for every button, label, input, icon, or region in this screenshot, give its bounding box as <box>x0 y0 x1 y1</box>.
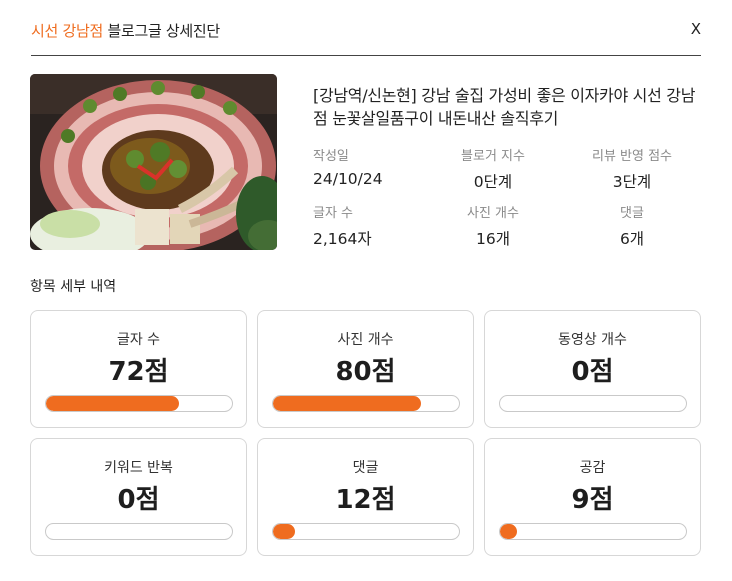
stat-label: 블로거 지수 <box>461 149 525 164</box>
close-button[interactable]: X <box>691 20 701 38</box>
progress-fill <box>500 524 517 539</box>
stat-value: 24/10/24 <box>313 170 383 188</box>
stat-date: 작성일 24/10/24 <box>313 145 383 188</box>
progress-fill <box>46 396 180 411</box>
stat-comments: 댓글 6개 <box>572 202 692 249</box>
stat-label: 글자 수 <box>313 206 354 221</box>
score-card-label: 사진 개수 <box>337 332 394 348</box>
food-photo-icon <box>30 74 277 250</box>
score-card-label: 공감 <box>579 460 606 476</box>
stat-label: 댓글 <box>620 206 644 221</box>
score-card-value: 80점 <box>335 357 396 387</box>
stat-value: 0단계 <box>473 173 513 191</box>
stat-value: 2,164자 <box>313 230 372 248</box>
progress-bar <box>499 523 687 540</box>
score-card-videos: 동영상 개수 0점 <box>484 310 701 428</box>
stat-value: 16개 <box>476 230 510 248</box>
score-card-comments: 댓글 12점 <box>257 438 474 556</box>
score-card-value: 12점 <box>335 485 396 515</box>
score-card-chars: 글자 수 72점 <box>30 310 247 428</box>
score-card-value: 0점 <box>117 485 160 515</box>
stat-char-count: 글자 수 2,164자 <box>313 202 372 249</box>
stat-photo-count: 사진 개수 16개 <box>433 202 553 249</box>
stat-blogger-index: 블로거 지수 0단계 <box>433 145 553 192</box>
post-title[interactable]: [강남역/신논현] 강남 술집 가성비 좋은 이자카야 시선 강남점 눈꽃살일품… <box>313 84 698 130</box>
stat-label: 사진 개수 <box>467 206 519 221</box>
progress-bar <box>499 395 687 412</box>
post-thumbnail[interactable] <box>30 74 277 250</box>
score-card-label: 동영상 개수 <box>558 332 627 348</box>
stat-label: 작성일 <box>313 149 349 164</box>
progress-bar <box>45 395 233 412</box>
modal-header: 시선 강남점 블로그글 상세진단 X <box>31 18 701 56</box>
score-card-value: 9점 <box>571 485 614 515</box>
progress-fill <box>273 396 422 411</box>
shop-name: 시선 강남점 <box>31 22 103 40</box>
stat-value: 6개 <box>619 230 645 248</box>
score-card-photos: 사진 개수 80점 <box>257 310 474 428</box>
score-card-label: 댓글 <box>352 460 379 476</box>
score-card-label: 키워드 반복 <box>104 460 173 476</box>
score-card-keywords: 키워드 반복 0점 <box>30 438 247 556</box>
score-card-likes: 공감 9점 <box>484 438 701 556</box>
progress-fill <box>273 524 296 539</box>
progress-bar <box>45 523 233 540</box>
stat-label: 리뷰 반영 점수 <box>591 149 673 164</box>
progress-bar <box>272 523 460 540</box>
progress-bar <box>272 395 460 412</box>
modal-subtitle: 블로그글 상세진단 <box>107 22 220 40</box>
score-card-label: 글자 수 <box>116 332 161 348</box>
stat-review-score: 리뷰 반영 점수 3단계 <box>572 145 692 192</box>
section-title: 항목 세부 내역 <box>30 279 117 295</box>
modal-title: 시선 강남점 블로그글 상세진단 <box>31 20 220 41</box>
score-card-value: 72점 <box>108 357 169 387</box>
stat-value: 3단계 <box>612 173 652 191</box>
score-card-value: 0점 <box>571 357 614 387</box>
